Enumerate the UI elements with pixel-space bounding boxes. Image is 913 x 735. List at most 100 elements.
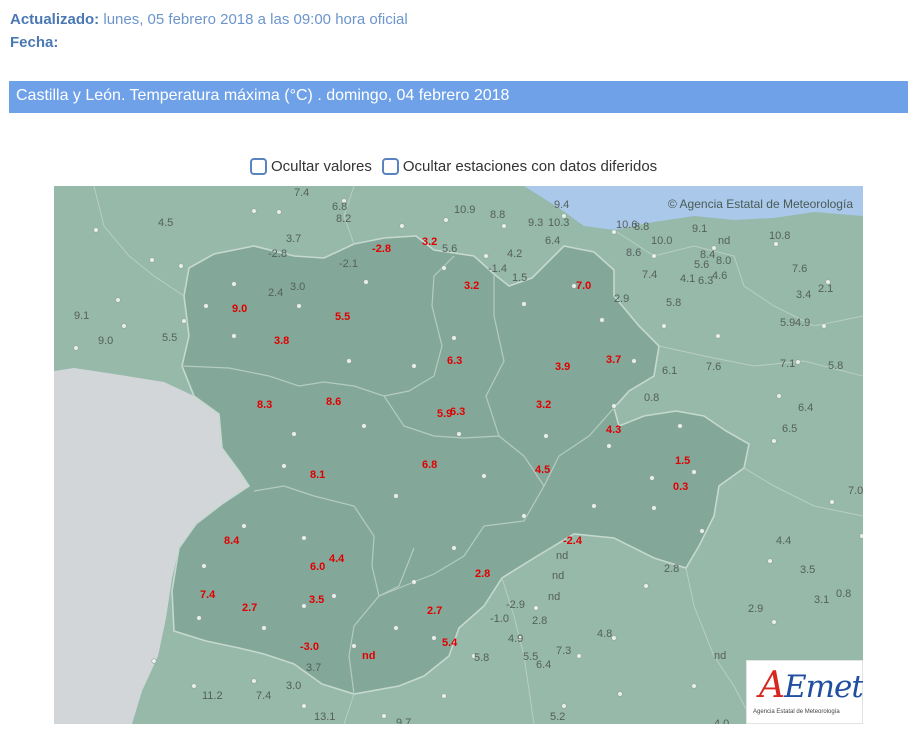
station-value-label: 4.6 — [712, 270, 727, 282]
station-value-label: 9.0 — [98, 335, 113, 347]
region-station-value-label: nd — [362, 650, 375, 662]
station-value-label: 7.3 — [556, 645, 571, 657]
station-value-label: 4.2 — [507, 248, 522, 260]
station-value-label: -2.9 — [506, 599, 525, 611]
map-title: Castilla y León. Temperatura máxima (°C)… — [16, 87, 510, 104]
region-station-value-label: 4.3 — [606, 424, 621, 436]
map-canvas: 7.46.88.24.510.9 8.89.49.3 10.3 10.68.8 9.16… — [54, 186, 863, 724]
station-value-label: 7.6 — [792, 263, 807, 275]
station-value-label: 10.8 — [769, 230, 790, 242]
station-value-label: 4.9 — [795, 317, 810, 329]
region-station-value-label: 8.4 — [224, 535, 240, 547]
station-value-label: 5.9 — [780, 317, 795, 329]
station-value-label: 9.7 — [396, 717, 411, 724]
region-station-value-label: 2.7 — [427, 605, 442, 617]
date-label: Fecha: — [10, 34, 59, 51]
station-value-label: 10.3 — [548, 217, 569, 229]
station-value-label: 2.9 — [614, 293, 629, 305]
updated-line: Actualizado: lunes, 05 febrero 2018 a la… — [10, 10, 408, 30]
station-value-label: 3.7 — [306, 662, 321, 674]
station-value-label: 4.1 — [680, 273, 695, 285]
hide-stations-option[interactable]: Ocultar estaciones con datos diferidos — [381, 157, 658, 175]
station-value-label: 2.1 — [818, 283, 833, 295]
station-value-label: -1.0 — [490, 613, 509, 625]
station-value-label: 5.5 — [162, 332, 177, 344]
region-station-value-label: 9.0 — [232, 303, 247, 315]
station-value-label: 7.1 — [780, 358, 795, 370]
region-station-value-label: 3.9 — [555, 361, 570, 373]
station-value-label: 7.4 — [294, 187, 309, 199]
station-value-label: 5.6 — [694, 259, 709, 271]
region-station-value-label: 4.4 — [329, 553, 345, 565]
station-value-label: -2.1 — [339, 258, 358, 270]
region-station-value-label: 6.0 — [310, 561, 325, 573]
temperature-map[interactable]: 7.4 6.8 8.2 4.5 10.9 8.8 9.4 9.3 10.3 10.6 8.8 9.1 6… — [54, 186, 863, 724]
station-value-label: nd — [556, 550, 568, 562]
updated-label: Actualizado: — [10, 11, 100, 28]
region-station-value-label: 2.8 — [475, 568, 490, 580]
station-value-label: 2.8 — [664, 563, 679, 575]
station-value-label: 3.7 — [286, 233, 301, 245]
region-station-value-label: 8.6 — [326, 396, 341, 408]
hide-stations-label: Ocultar estaciones con datos diferidos — [402, 157, 658, 175]
station-value-label: 5.8 — [828, 360, 843, 372]
station-value-label: 8.8 — [490, 209, 505, 221]
station-value-label: 7.4 — [642, 269, 657, 281]
station-value-label: 3.0 — [286, 680, 301, 692]
station-value-label: 4.4 — [776, 535, 791, 547]
station-value-label: 2.9 — [748, 603, 763, 615]
aemet-logo-subtitle: Agencia Estatal de Meteorología — [753, 709, 840, 715]
station-value-label: nd — [714, 650, 726, 662]
station-value-label: 5.2 — [550, 711, 565, 723]
station-value-label: 9.4 — [554, 199, 569, 211]
station-value-label: 3.0 — [290, 281, 305, 293]
station-value-label: 10.0 — [651, 235, 672, 247]
station-value-label: 0.8 — [644, 392, 659, 404]
station-value-label: 6.1 — [662, 365, 677, 377]
station-value-label: nd — [718, 235, 730, 247]
region-station-value-label: 7.4 — [200, 589, 216, 601]
region-station-value-label: 3.8 — [274, 335, 289, 347]
region-station-value-label: 6.3 — [450, 406, 465, 418]
hide-values-option[interactable]: Ocultar valores — [250, 157, 372, 175]
region-station-value-label: -3.0 — [300, 641, 319, 653]
map-options: Ocultar valores Ocultar estaciones con d… — [250, 155, 667, 177]
station-value-label: 5.8 — [666, 297, 681, 309]
map-copyright: © Agencia Estatal de Meteorología — [668, 197, 853, 211]
station-value-label: 13.1 — [314, 711, 335, 723]
station-value-label: nd — [548, 591, 560, 603]
station-value-label: 10.9 — [454, 204, 475, 216]
station-value-label: 8.8 — [634, 221, 649, 233]
station-value-label: 3.1 — [814, 594, 829, 606]
station-value-label: 6.3 — [698, 275, 713, 287]
station-value-label: 4.8 — [597, 628, 612, 640]
station-value-label: 4.5 — [158, 217, 173, 229]
station-value-label: 7.0 — [848, 485, 863, 497]
station-value-label: -2.8 — [268, 248, 287, 260]
station-value-label: 3.5 — [800, 564, 815, 576]
region-station-value-label: 4.5 — [535, 464, 550, 476]
station-value-label: 9.1 — [74, 310, 89, 322]
station-value-label: 2.8 — [532, 615, 547, 627]
region-station-value-label: 1.5 — [675, 455, 690, 467]
aemet-logo: AEmet Agencia Estatal de Meteorología — [746, 660, 863, 724]
station-value-label: -1.4 — [488, 263, 507, 275]
station-value-label: 1.5 — [512, 272, 527, 284]
region-station-value-label: 3.2 — [464, 280, 479, 292]
hide-stations-checkbox[interactable] — [381, 157, 399, 175]
region-station-value-label: -2.8 — [372, 243, 391, 255]
region-station-value-label: 7.0 — [576, 280, 591, 292]
region-station-value-label: 5.5 — [335, 311, 350, 323]
station-value-label: 8.6 — [626, 247, 641, 259]
station-value-label: 8.0 — [716, 255, 731, 267]
region-station-value-label: 8.3 — [257, 399, 272, 411]
aemet-logo-rest: Emet — [784, 669, 863, 705]
region-station-value-label: 2.7 — [242, 602, 257, 614]
region-station-value-label: 3.2 — [536, 399, 551, 411]
station-value-label: 6.8 — [332, 201, 347, 213]
station-value-label: 7.4 — [256, 690, 271, 702]
aemet-logo-initial: A — [759, 665, 785, 706]
station-value-label: 3.4 — [796, 289, 811, 301]
aemet-logo-word: AEmet — [759, 665, 863, 706]
hide-values-checkbox[interactable] — [250, 157, 267, 175]
